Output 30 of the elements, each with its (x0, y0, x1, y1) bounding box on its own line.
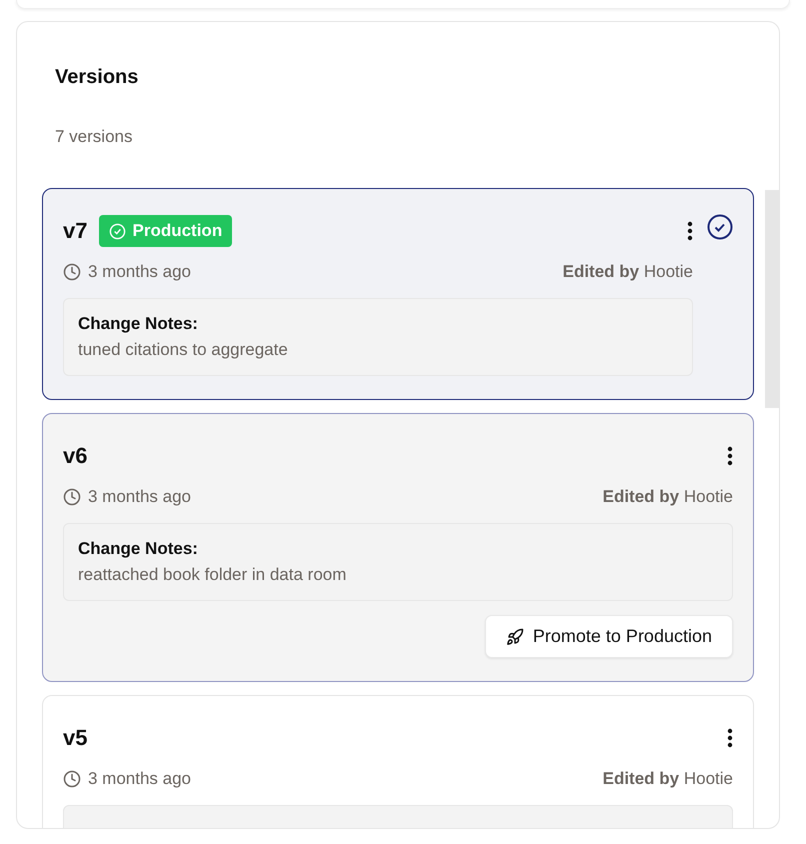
more-options-icon[interactable] (727, 728, 733, 748)
version-label: v7 (63, 218, 88, 244)
more-options-icon[interactable] (727, 446, 733, 466)
edited-by: Edited by Hootie (602, 769, 733, 789)
clock-icon (63, 263, 81, 281)
version-card[interactable]: v5 3 months ago Edited by Hootie (42, 695, 754, 828)
production-badge: Production (99, 215, 232, 247)
clock-icon (63, 488, 81, 506)
time-ago: 3 months ago (88, 262, 192, 282)
scrollbar-thumb[interactable] (765, 190, 779, 408)
version-label: v5 (63, 725, 88, 751)
time-ago: 3 months ago (88, 487, 192, 507)
edited-by: Edited by Hootie (562, 262, 693, 282)
edited-by: Edited by Hootie (602, 487, 733, 507)
version-card[interactable]: v6 3 months ago Edited by Hootie Change Notes: reattached book folder in data room Promote to Production (42, 413, 754, 682)
clock-icon (63, 770, 81, 788)
check-circle-icon (109, 222, 126, 240)
rocket-icon (506, 628, 524, 646)
more-options-icon[interactable] (687, 221, 693, 241)
change-notes-text: tuned citations to aggregate (78, 340, 289, 360)
version-card[interactable]: v7 Production 3 months ago Edited by Hootie Change Notes: tuned citations to aggregate (42, 188, 754, 400)
version-count: 7 versions (55, 127, 134, 147)
change-notes-label: Change Notes: (78, 539, 199, 559)
promote-button[interactable]: Promote to Production (484, 615, 733, 658)
change-notes-label: Change Notes: (78, 314, 199, 334)
version-label: v6 (63, 443, 88, 469)
time-ago: 3 months ago (88, 769, 192, 789)
change-notes-text: reattached book folder in data room (78, 565, 348, 585)
check-circle-icon[interactable] (707, 214, 733, 240)
panel-title: Versions (55, 65, 140, 90)
